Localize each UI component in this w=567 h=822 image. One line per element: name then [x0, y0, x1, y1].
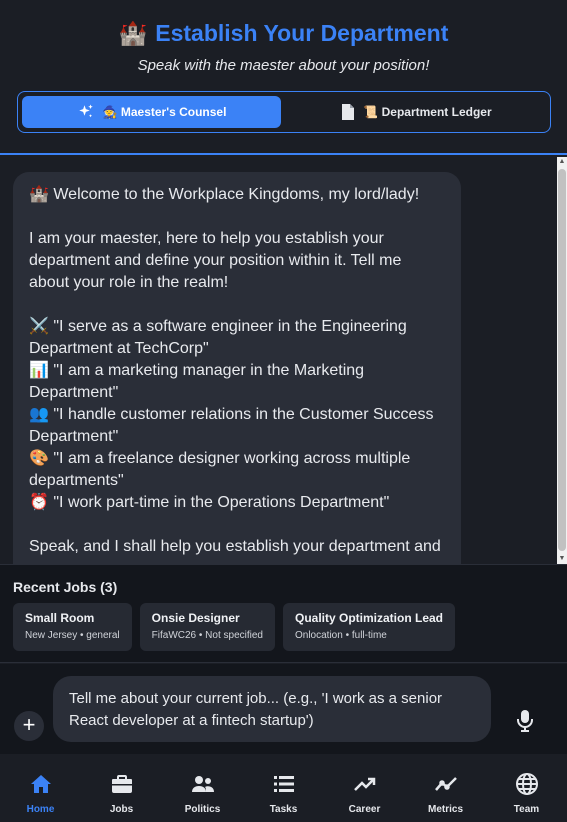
job-meta: FifaWC26 • Not specified: [151, 630, 263, 641]
nav-item-team[interactable]: Team: [486, 754, 567, 822]
tab-bar: 🧙 Maester's Counsel 📜 Department Ledger: [17, 91, 551, 133]
job-card[interactable]: Quality Optimization Lead Onlocation • f…: [282, 603, 455, 651]
tab-department-ledger[interactable]: 📜 Department Ledger: [287, 96, 546, 128]
nav-item-home[interactable]: Home: [0, 754, 81, 822]
nav-label: Home: [26, 804, 55, 815]
nav-label: Team: [513, 804, 540, 815]
trend-up-icon: [353, 777, 375, 791]
nav-label: Career: [348, 804, 381, 815]
nav-label: Metrics: [427, 804, 463, 815]
add-attachment-button[interactable]: +: [14, 711, 44, 741]
nav-label: Jobs: [109, 804, 134, 815]
nav-item-jobs[interactable]: Jobs: [81, 754, 162, 822]
home-icon: [30, 775, 51, 793]
job-meta: Onlocation • full-time: [294, 630, 387, 641]
list-icon: [273, 776, 294, 792]
document-icon: [341, 104, 355, 120]
chat-area[interactable]: 🏰 Welcome to the Workplace Kingdoms, my …: [0, 157, 567, 564]
composer: + Tell me about your current job... (e.g…: [0, 664, 567, 754]
page-subtitle: Speak with the maester about your positi…: [137, 57, 430, 74]
job-title: Small Room: [25, 611, 95, 625]
microphone-icon[interactable]: [516, 710, 534, 732]
header: 🏰 Establish Your Department Speak with th…: [0, 0, 567, 155]
message-input[interactable]: Tell me about your current job... (e.g.,…: [53, 676, 491, 742]
scroll-up-arrow-icon[interactable]: ▲: [557, 157, 567, 167]
sparkles-icon: [77, 103, 95, 121]
page-title: Establish Your Department: [155, 20, 449, 46]
job-card[interactable]: Small Room New Jersey • general: [13, 603, 132, 651]
bottom-nav: Home Jobs Politics Tasks Career Metrics …: [0, 754, 567, 822]
nav-item-career[interactable]: Career: [324, 754, 405, 822]
recent-jobs-panel: Recent Jobs (3) Small Room New Jersey • …: [0, 564, 567, 663]
job-meta: New Jersey • general: [25, 630, 120, 641]
castle-icon: 🏰: [118, 20, 148, 46]
page-title-row: 🏰 Establish Your Department: [0, 20, 567, 47]
nav-item-politics[interactable]: Politics: [162, 754, 243, 822]
chat-scrollbar[interactable]: ▲ ▼: [557, 157, 567, 564]
tab-label: 🧙 Maester's Counsel: [102, 105, 227, 119]
assistant-message: 🏰 Welcome to the Workplace Kingdoms, my …: [13, 172, 461, 564]
people-icon: [191, 776, 214, 792]
recent-jobs-list: Small Room New Jersey • general Onsie De…: [13, 603, 455, 651]
globe-icon: [515, 773, 538, 795]
job-title: Quality Optimization Lead: [294, 611, 443, 625]
line-chart-icon: [434, 777, 457, 791]
tab-maesters-counsel[interactable]: 🧙 Maester's Counsel: [22, 96, 281, 128]
nav-item-metrics[interactable]: Metrics: [405, 754, 486, 822]
scroll-down-arrow-icon[interactable]: ▼: [557, 554, 567, 564]
nav-item-tasks[interactable]: Tasks: [243, 754, 324, 822]
recent-jobs-title: Recent Jobs (3): [13, 579, 118, 595]
briefcase-icon: [111, 775, 132, 793]
tab-label: 📜 Department Ledger: [363, 105, 492, 119]
nav-label: Tasks: [269, 804, 298, 815]
scrollbar-thumb[interactable]: [558, 169, 566, 551]
app-root: 🏰 Establish Your Department Speak with th…: [0, 0, 567, 822]
job-card[interactable]: Onsie Designer FifaWC26 • Not specified: [139, 603, 275, 651]
nav-label: Politics: [184, 804, 221, 815]
job-title: Onsie Designer: [151, 611, 240, 625]
